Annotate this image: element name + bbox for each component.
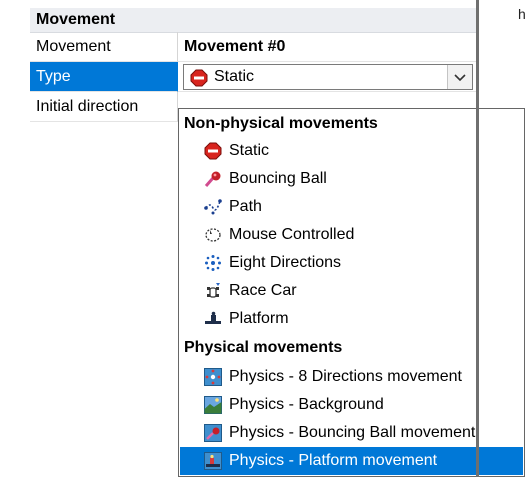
dropdown-item-label: Path bbox=[229, 198, 262, 215]
dropdown-item-label: Physics - Background bbox=[229, 396, 384, 413]
stop-sign-icon bbox=[204, 142, 222, 160]
dropdown-item-label: Physics - Platform movement bbox=[229, 452, 438, 469]
platform-icon bbox=[204, 310, 222, 328]
dropdown-item-path[interactable]: Path bbox=[180, 193, 523, 221]
physics-eight-directions-icon bbox=[204, 368, 222, 386]
panel-splitter[interactable] bbox=[476, 0, 479, 477]
movement-type-dropdown[interactable]: Non-physical movements Static Bouncing B… bbox=[178, 108, 525, 477]
dropdown-item-label: Platform bbox=[229, 310, 289, 327]
physics-background-icon bbox=[204, 396, 222, 414]
property-row-movement[interactable]: Movement Movement #0 bbox=[30, 32, 476, 62]
dropdown-item-label: Eight Directions bbox=[229, 254, 342, 271]
dropdown-item-platform[interactable]: Platform bbox=[180, 305, 523, 333]
property-label-movement: Movement bbox=[30, 32, 178, 62]
chevron-down-icon[interactable] bbox=[447, 65, 472, 89]
dropdown-item-race-car[interactable]: Race Car bbox=[180, 277, 523, 305]
dropdown-item-eight-directions[interactable]: Eight Directions bbox=[180, 249, 523, 277]
dropdown-item-physics-platform[interactable]: Physics - Platform movement bbox=[180, 447, 523, 475]
physics-bouncing-ball-icon bbox=[204, 424, 222, 442]
type-combobox[interactable]: Static bbox=[183, 64, 473, 90]
dropdown-item-label: Bouncing Ball bbox=[229, 170, 327, 187]
type-combobox-value: Static bbox=[214, 68, 255, 85]
physics-platform-icon bbox=[204, 452, 222, 470]
dropdown-item-label: Physics - 8 Directions movement bbox=[229, 368, 462, 385]
eight-directions-icon bbox=[204, 254, 222, 272]
dropdown-item-label: Race Car bbox=[229, 282, 297, 299]
section-header[interactable]: Movement bbox=[30, 8, 476, 33]
dropdown-item-mouse-controlled[interactable]: Mouse Controlled bbox=[180, 221, 523, 249]
property-row-type[interactable]: Type Static bbox=[30, 62, 476, 92]
dropdown-item-label: Mouse Controlled bbox=[229, 226, 355, 243]
section-title: Movement bbox=[36, 11, 116, 28]
path-icon bbox=[204, 198, 222, 216]
dropdown-item-physics-eight-directions[interactable]: Physics - 8 Directions movement bbox=[180, 363, 523, 391]
bouncing-ball-icon bbox=[204, 170, 222, 188]
properties-panel: Movement Movement Movement #0 Type Stati… bbox=[30, 8, 525, 477]
mouse-controlled-icon bbox=[204, 226, 222, 244]
race-car-icon bbox=[204, 282, 222, 300]
dropdown-item-label: Physics - Bouncing Ball movement bbox=[229, 424, 476, 441]
dropdown-item-static[interactable]: Static bbox=[180, 137, 523, 165]
dropdown-item-physics-background[interactable]: Physics - Background bbox=[180, 391, 523, 419]
dropdown-item-physics-bouncing-ball[interactable]: Physics - Bouncing Ball movement bbox=[180, 419, 523, 447]
group-header-physical: Physical movements bbox=[184, 339, 343, 356]
right-pane-text-fragment: h bbox=[518, 6, 526, 22]
dropdown-item-bouncing-ball[interactable]: Bouncing Ball bbox=[180, 165, 523, 193]
property-label-initial-direction: Initial direction bbox=[30, 92, 178, 122]
property-value-movement[interactable]: Movement #0 bbox=[178, 32, 476, 62]
property-label-type: Type bbox=[30, 62, 178, 92]
group-header-non-physical: Non-physical movements bbox=[184, 115, 378, 132]
dropdown-item-label: Static bbox=[229, 142, 270, 159]
stop-sign-icon bbox=[190, 69, 208, 92]
